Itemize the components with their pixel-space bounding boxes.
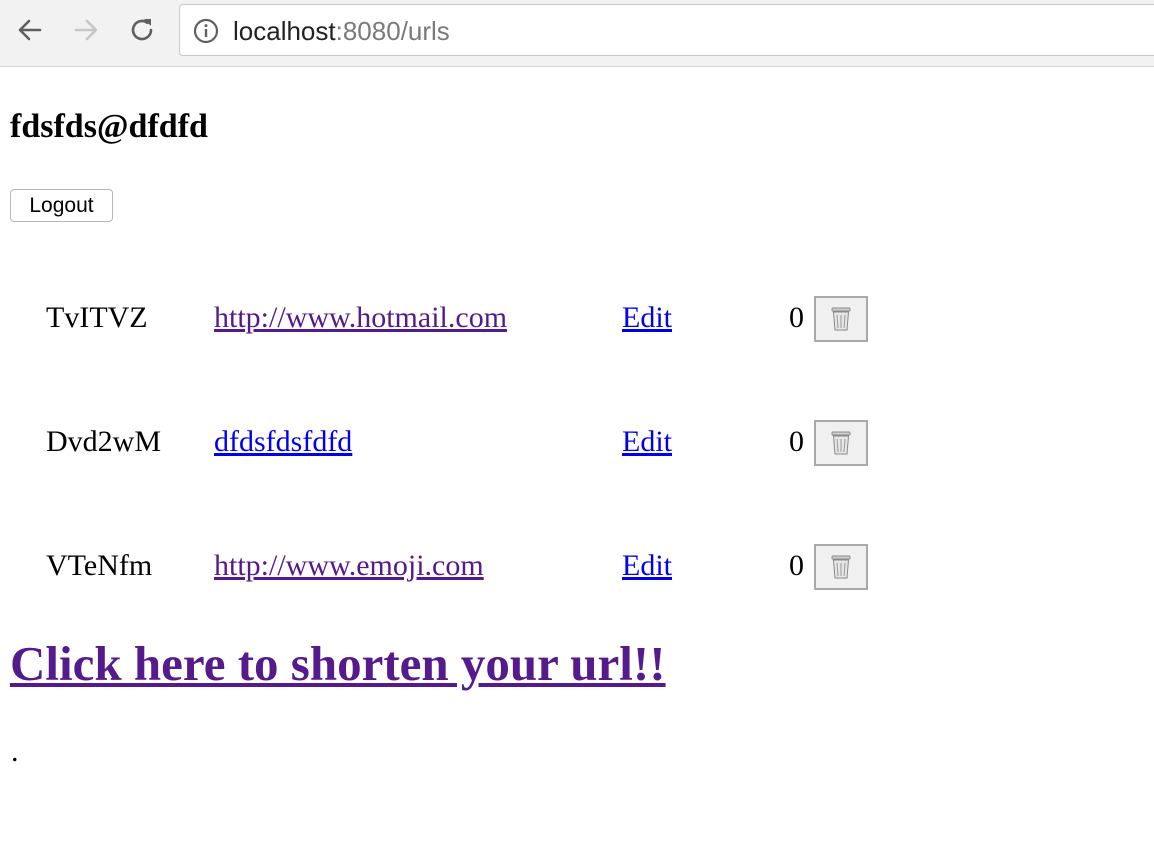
visit-count: 0 bbox=[789, 301, 804, 334]
arrow-right-icon bbox=[74, 19, 98, 41]
trash-icon bbox=[831, 555, 851, 579]
url-row: Dvd2wM dfdsfdsfdfd Edit 0 bbox=[0, 420, 1154, 470]
visit-count: 0 bbox=[789, 425, 804, 458]
edit-link[interactable]: Edit bbox=[622, 296, 672, 346]
address-text[interactable]: localhost:8080/urls bbox=[233, 16, 450, 46]
long-url-link[interactable]: dfdsfdsfdfd bbox=[214, 420, 352, 470]
delete-button[interactable] bbox=[814, 296, 868, 342]
short-url-id: VTeNfm bbox=[46, 549, 153, 582]
logout-button[interactable]: Logout bbox=[10, 189, 113, 222]
reload-icon bbox=[131, 19, 153, 41]
url-row: VTeNfm http://www.emoji.com Edit 0 bbox=[0, 544, 1154, 594]
arrow-left-icon bbox=[18, 19, 42, 41]
browser-toolbar: localhost:8080/urls bbox=[0, 0, 1154, 67]
footer-text: . bbox=[11, 735, 19, 768]
address-bar[interactable]: localhost:8080/urls bbox=[179, 4, 1154, 56]
edit-link[interactable]: Edit bbox=[622, 420, 672, 470]
shorten-url-link[interactable]: Click here to shorten your url!! bbox=[10, 634, 666, 694]
delete-button[interactable] bbox=[814, 420, 868, 466]
short-url-id: TvITVZ bbox=[46, 301, 148, 334]
forward-button[interactable] bbox=[69, 13, 103, 47]
short-url-id: Dvd2wM bbox=[46, 425, 162, 458]
url-host: localhost bbox=[233, 16, 336, 46]
user-email: fdsfds@dfdfd bbox=[10, 108, 208, 145]
trash-icon bbox=[831, 307, 851, 331]
url-path: :8080/urls bbox=[335, 16, 450, 46]
back-button[interactable] bbox=[13, 13, 47, 47]
long-url-link[interactable]: http://www.emoji.com bbox=[214, 544, 484, 594]
reload-button[interactable] bbox=[125, 13, 159, 47]
long-url-link[interactable]: http://www.hotmail.com bbox=[214, 296, 507, 346]
delete-button[interactable] bbox=[814, 544, 868, 590]
trash-icon bbox=[831, 431, 851, 455]
visit-count: 0 bbox=[789, 549, 804, 582]
edit-link[interactable]: Edit bbox=[622, 544, 672, 594]
info-icon[interactable] bbox=[193, 18, 219, 44]
url-row: TvITVZ http://www.hotmail.com Edit 0 bbox=[0, 296, 1154, 346]
